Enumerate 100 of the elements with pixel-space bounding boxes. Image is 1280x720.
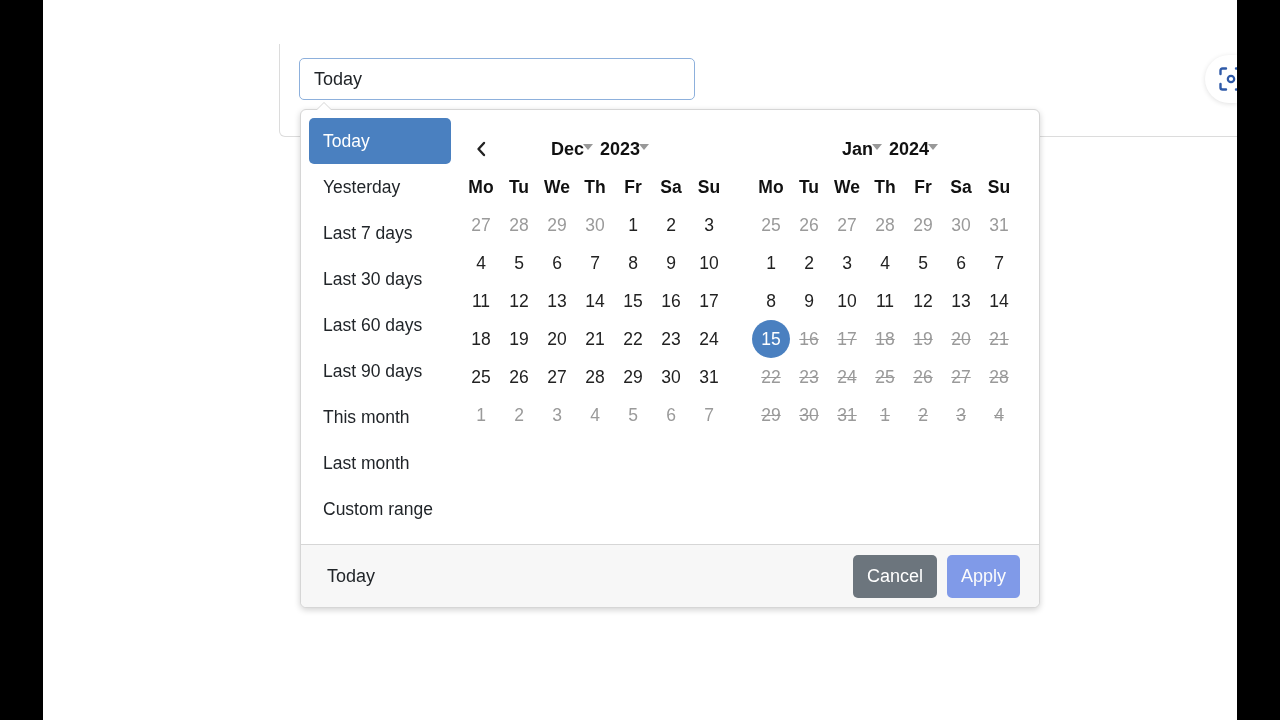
day-cell-text: 29 xyxy=(760,404,782,427)
day-cell[interactable]: 3 xyxy=(828,244,866,282)
weekday-label: Th xyxy=(873,176,897,199)
day-cell[interactable]: 9 xyxy=(652,244,690,282)
day-cell-text: 31 xyxy=(836,404,858,427)
day-cell[interactable]: 29 xyxy=(614,358,652,396)
day-cell[interactable]: 9 xyxy=(790,282,828,320)
day-cell[interactable]: 20 xyxy=(538,320,576,358)
day-cell[interactable]: 1 xyxy=(752,244,790,282)
date-range-input[interactable]: Today xyxy=(299,58,695,100)
range-option[interactable]: Last 7 days xyxy=(309,210,451,256)
year-select[interactable]: 2023 xyxy=(600,138,650,160)
day-cell[interactable]: 14 xyxy=(576,282,614,320)
viewfinder-button[interactable] xyxy=(1205,55,1237,103)
day-cell-text: 23 xyxy=(798,366,820,389)
day-cell-text: 21 xyxy=(988,328,1010,351)
day-cell[interactable]: 5 xyxy=(904,244,942,282)
day-cell-text: 27 xyxy=(950,366,972,389)
month-select[interactable]: Jan xyxy=(841,138,882,160)
weekday-label: Tu xyxy=(797,176,821,199)
weekday-label: Fr xyxy=(623,176,643,199)
day-cell[interactable]: 4 xyxy=(462,244,500,282)
day-cell[interactable]: 13 xyxy=(942,282,980,320)
day-cell[interactable]: 26 xyxy=(500,358,538,396)
caret-icon xyxy=(583,144,593,150)
day-cell-text: 28 xyxy=(988,366,1010,389)
day-cell[interactable]: 10 xyxy=(828,282,866,320)
chevron-left-icon xyxy=(476,141,486,157)
day-cell[interactable]: 8 xyxy=(614,244,652,282)
day-cell-text: 4 xyxy=(993,404,1005,427)
day-cell[interactable]: 10 xyxy=(690,244,728,282)
day-cell[interactable]: 11 xyxy=(866,282,904,320)
selected-range-label: Today xyxy=(327,565,376,587)
range-option[interactable]: Yesterday xyxy=(309,164,451,210)
day-cell-text: 1 xyxy=(879,404,891,427)
weekday-label: Mo xyxy=(757,176,785,199)
day-cell[interactable]: 16 xyxy=(652,282,690,320)
weekday-label: Sa xyxy=(949,176,973,199)
day-cell[interactable]: 17 xyxy=(690,282,728,320)
day-cell[interactable]: 7 xyxy=(980,244,1018,282)
day-cell[interactable]: 27 xyxy=(538,358,576,396)
day-cell[interactable]: 2 xyxy=(652,206,690,244)
day-cell[interactable]: 15 xyxy=(614,282,652,320)
range-option[interactable]: Today xyxy=(309,118,451,164)
day-cell[interactable]: 13 xyxy=(538,282,576,320)
day-cell[interactable]: 28 xyxy=(576,358,614,396)
day-cell-text: 19 xyxy=(912,328,934,351)
day-cell[interactable]: 23 xyxy=(652,320,690,358)
range-option[interactable]: Custom range xyxy=(309,486,451,532)
range-option[interactable]: Last 90 days xyxy=(309,348,451,394)
weekday-label: Fr xyxy=(913,176,933,199)
day-cell-text: 26 xyxy=(912,366,934,389)
weekday-label: Sa xyxy=(659,176,683,199)
day-cell[interactable]: 31 xyxy=(690,358,728,396)
caret-icon xyxy=(639,144,650,150)
day-cell[interactable]: 4 xyxy=(866,244,904,282)
day-cell[interactable]: 11 xyxy=(462,282,500,320)
weekday-label: Su xyxy=(696,176,722,199)
weekday-label: Mo xyxy=(467,176,495,199)
day-cell[interactable]: 30 xyxy=(652,358,690,396)
day-cell[interactable]: 6 xyxy=(538,244,576,282)
day-cell[interactable]: 7 xyxy=(576,244,614,282)
year-select[interactable]: 2024 xyxy=(889,138,939,160)
weekday-label: Tu xyxy=(507,176,531,199)
day-cell[interactable]: 5 xyxy=(500,244,538,282)
caret-icon xyxy=(928,144,939,150)
day-cell-text: 22 xyxy=(760,366,782,389)
range-option[interactable]: This month xyxy=(309,394,451,440)
day-cell[interactable]: 15 xyxy=(752,320,790,358)
day-cell-text: 18 xyxy=(874,328,896,351)
day-cell-text: 17 xyxy=(836,328,858,351)
day-cell[interactable]: 21 xyxy=(576,320,614,358)
day-cell[interactable]: 6 xyxy=(942,244,980,282)
range-option[interactable]: Last month xyxy=(309,440,451,486)
day-cell-text: 25 xyxy=(874,366,896,389)
day-cell-text: 20 xyxy=(950,328,972,351)
day-cell[interactable]: 18 xyxy=(462,320,500,358)
month-select[interactable]: Dec xyxy=(550,138,593,160)
day-cell[interactable]: 1 xyxy=(614,206,652,244)
day-cell-text: 3 xyxy=(955,404,967,427)
range-option[interactable]: Last 60 days xyxy=(309,302,451,348)
day-cell[interactable]: 14 xyxy=(980,282,1018,320)
day-cell[interactable]: 12 xyxy=(500,282,538,320)
day-cell-text: 16 xyxy=(798,328,820,351)
caret-icon xyxy=(872,144,882,150)
day-cell[interactable]: 2 xyxy=(790,244,828,282)
day-cell[interactable]: 8 xyxy=(752,282,790,320)
weekday-label: We xyxy=(833,176,861,199)
day-cell[interactable]: 25 xyxy=(462,358,500,396)
range-option[interactable]: Last 30 days xyxy=(309,256,451,302)
cancel-button[interactable]: Cancel xyxy=(852,554,937,598)
day-cell-text: 30 xyxy=(798,404,820,427)
weekday-label: Su xyxy=(986,176,1012,199)
day-cell[interactable]: 24 xyxy=(690,320,728,358)
day-cell[interactable]: 3 xyxy=(690,206,728,244)
day-cell[interactable]: 19 xyxy=(500,320,538,358)
day-cell[interactable]: 22 xyxy=(614,320,652,358)
day-cell[interactable]: 12 xyxy=(904,282,942,320)
weekday-label: Th xyxy=(583,176,607,199)
viewfinder-icon xyxy=(1219,67,1237,91)
